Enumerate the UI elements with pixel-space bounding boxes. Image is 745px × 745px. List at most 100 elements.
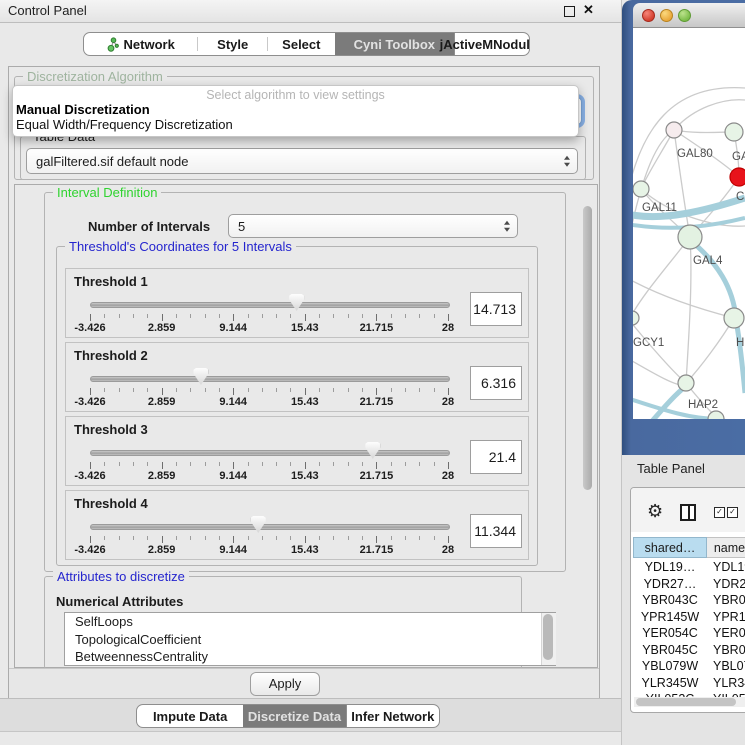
slider-tick [104, 388, 105, 392]
threshold-4-slider-track[interactable] [90, 524, 450, 530]
node-h[interactable] [724, 308, 744, 328]
attribute-item-topologicalcoefficient[interactable]: TopologicalCoefficient [65, 631, 555, 649]
threshold-2-slider-track[interactable] [90, 376, 450, 382]
slider-tick-label: 9.144 [219, 396, 247, 408]
threshold-4-value-field[interactable]: 11.344 [470, 514, 522, 548]
algorithm-option-manual-discretization[interactable]: Manual Discretization [16, 102, 150, 117]
number-of-intervals-combo[interactable]: 5 [228, 214, 518, 238]
threshold-4-slider-thumb[interactable] [251, 516, 266, 533]
slider-tick [376, 536, 377, 543]
algorithm-option-equal-width-frequency[interactable]: Equal Width/Frequency Discretization [16, 117, 233, 132]
slider-tick [305, 314, 306, 321]
slider-tick-label: 21.715 [360, 322, 394, 334]
tab-jactivemnodules[interactable]: jActiveMNodules [454, 33, 529, 55]
node-gal4[interactable] [678, 225, 702, 249]
numerical-attributes-list[interactable]: SelfLoopsTopologicalCoefficientBetweenne… [64, 612, 556, 666]
table-row[interactable]: YLR345WYLR345W [633, 675, 745, 692]
slider-tick-label: 2.859 [148, 470, 176, 482]
slider-tick [133, 536, 134, 540]
slider-tick [333, 314, 334, 318]
slider-tick [162, 536, 163, 543]
slider-tick [362, 314, 363, 318]
node-gal80[interactable] [666, 122, 682, 138]
float-window-icon[interactable] [564, 6, 575, 17]
table-row[interactable]: YDR27…YDR27 [633, 576, 745, 593]
tab-network[interactable]: Network [84, 33, 197, 55]
threshold-1-slider-thumb[interactable] [289, 294, 304, 311]
threshold-2-value-field[interactable]: 6.316 [470, 366, 522, 400]
close-panel-icon[interactable]: ✕ [583, 2, 594, 18]
tab-infer-network[interactable]: Infer Network [346, 705, 439, 727]
threshold-3-value-field[interactable]: 21.4 [470, 440, 522, 474]
interval-definition-group-title: Interval Definition [53, 185, 161, 200]
algorithm-dropdown-hint: Select algorithm to view settings [13, 88, 578, 102]
slider-tick [176, 462, 177, 466]
node-label-gal80: GAL80 [677, 148, 713, 160]
slider-tick [219, 536, 220, 540]
apply-button[interactable]: Apply [250, 672, 320, 696]
slider-tick [162, 388, 163, 395]
node-hap2[interactable] [678, 375, 694, 391]
table-row[interactable]: YDL19…YDL19 [633, 559, 745, 576]
table-row[interactable]: YBL079WYBL079W [633, 658, 745, 675]
select-columns-icon[interactable]: ✓ [714, 507, 725, 518]
slider-tick [176, 388, 177, 392]
tab-discretize-data[interactable]: Discretize Data [243, 705, 345, 727]
slider-tick [319, 462, 320, 466]
table-hscrollbar-thumb[interactable] [636, 698, 736, 706]
slider-tick-label: -3.426 [74, 470, 105, 482]
slider-tick-label: 9.144 [219, 544, 247, 556]
column-header-name[interactable]: name [707, 537, 745, 558]
threshold-3-slider-thumb[interactable] [365, 442, 380, 459]
slider-tick [333, 536, 334, 540]
cell-name: YER054C [707, 625, 745, 642]
attribute-item-betweennesscentrality[interactable]: BetweennessCentrality [65, 648, 555, 666]
numerical-attributes-label: Numerical Attributes [56, 594, 183, 609]
tab-impute-data[interactable]: Impute Data [137, 705, 243, 727]
table-data-combo[interactable]: galFiltered.sif default node [26, 148, 578, 174]
node-selected-red[interactable] [730, 168, 745, 186]
threshold-3-slider-track[interactable] [90, 450, 450, 456]
cell-name: YBR045C [707, 642, 745, 659]
slider-tick-label: 15.43 [291, 544, 319, 556]
network-canvas[interactable]: GAL80 GA C GAL11 GAL4 GCY1 H HAP2 [633, 28, 745, 419]
close-window-icon[interactable] [642, 9, 655, 22]
table-row[interactable]: YER054CYER054C [633, 625, 745, 642]
node-top-right[interactable] [725, 123, 743, 141]
slider-tick [176, 314, 177, 318]
minimize-window-icon[interactable] [660, 9, 673, 22]
settings-vertical-scrollbar[interactable] [583, 206, 592, 490]
threshold-2-slider-thumb[interactable] [193, 368, 208, 385]
slider-tick [219, 462, 220, 466]
zoom-window-icon[interactable] [678, 9, 691, 22]
threshold-1-slider-track[interactable] [90, 302, 450, 308]
table-row[interactable]: YBR045CYBR045C [633, 642, 745, 659]
node-gcy1[interactable] [633, 311, 639, 325]
table-row[interactable]: YPR145WYPR145W [633, 609, 745, 626]
slider-tick-label: 15.43 [291, 470, 319, 482]
tab-style[interactable]: Style [198, 33, 267, 55]
slider-tick [305, 462, 306, 469]
slider-tick [348, 314, 349, 318]
cell-shared-name: YBR045C [633, 642, 707, 659]
split-columns-icon[interactable] [680, 504, 696, 521]
slider-tick [376, 314, 377, 321]
slider-tick [276, 314, 277, 318]
table-panel-title: Table Panel [637, 461, 705, 476]
cell-name: YPR145W [707, 609, 745, 626]
algorithm-dropdown-popup: Select algorithm to view settings Manual… [12, 85, 579, 137]
gear-icon[interactable]: ⚙ [647, 501, 663, 522]
attribute-item-selfloops[interactable]: SelfLoops [65, 613, 555, 631]
node-gal11[interactable] [633, 181, 649, 197]
slider-tick [391, 314, 392, 318]
table-row[interactable]: YBR043CYBR043C [633, 592, 745, 609]
select-columns-icon-2[interactable]: ✓ [727, 507, 738, 518]
tab-cyni-toolbox[interactable]: Cyni Toolbox [335, 33, 454, 55]
attributes-list-scrollbar-thumb[interactable] [543, 614, 553, 660]
threshold-1-value-field[interactable]: 14.713 [470, 292, 522, 326]
slider-tick [276, 536, 277, 540]
tab-select[interactable]: Select [268, 33, 335, 55]
column-header-shared-name[interactable]: shared… [633, 537, 707, 558]
slider-tick [219, 314, 220, 318]
network-graph: GAL80 GA C GAL11 GAL4 GCY1 H HAP2 [633, 28, 745, 419]
